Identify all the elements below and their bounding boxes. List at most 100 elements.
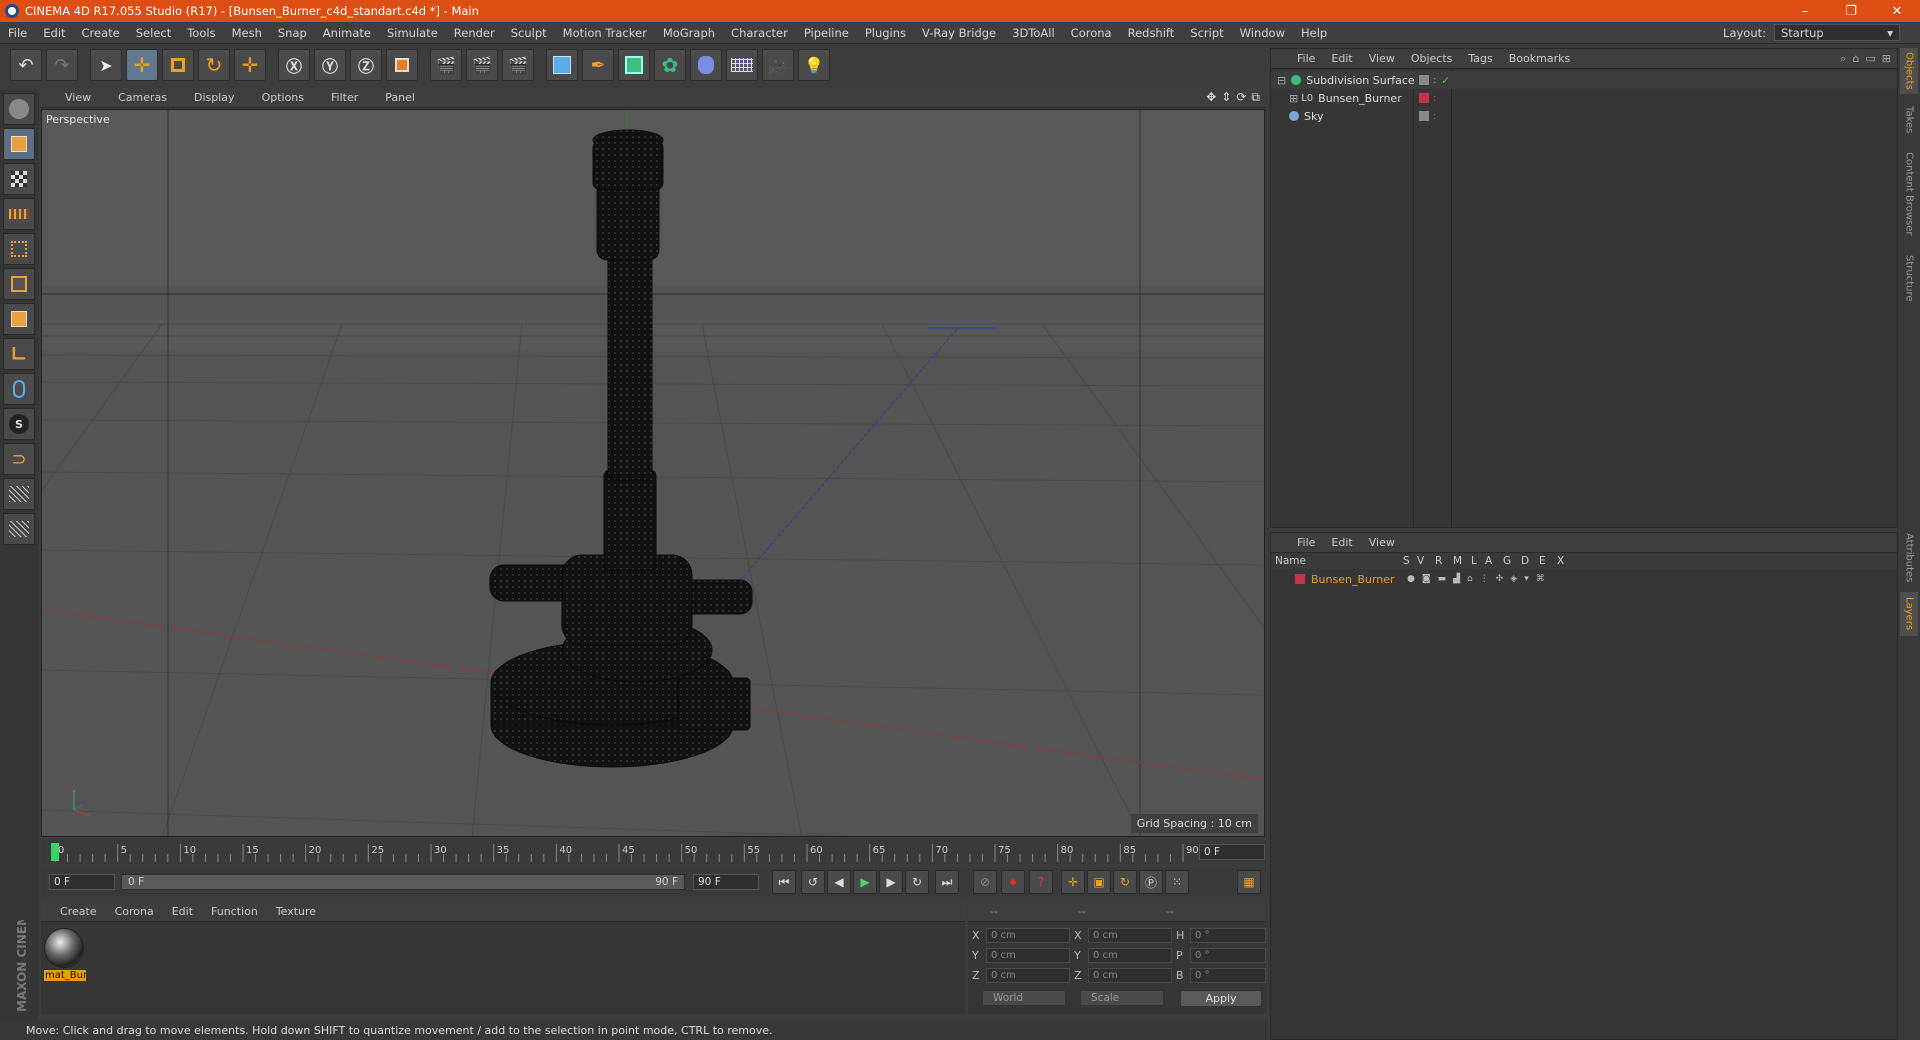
animation-icon[interactable]: ⋮ [1480, 574, 1489, 584]
position-y-field[interactable]: 0 cm [986, 948, 1070, 963]
eye-icon[interactable]: ◙ [1422, 574, 1431, 584]
objects-menu-file[interactable]: File [1289, 52, 1323, 65]
enabled-check-icon[interactable]: ✓ [1441, 74, 1450, 87]
keyframe-selection-button[interactable]: ? [1029, 870, 1053, 894]
snapping-button[interactable]: S [3, 408, 35, 440]
rotation-key-button[interactable]: ↻ [1113, 870, 1137, 894]
viewport-menu-filter[interactable]: Filter [316, 91, 370, 104]
axis-mode-button[interactable]: ∟ [3, 338, 35, 370]
next-key-button[interactable]: ↻ [905, 870, 929, 894]
menu-character[interactable]: Character [723, 26, 796, 40]
subdivision-surface-button[interactable] [618, 49, 650, 81]
autokey-button[interactable]: ⏺ [1001, 870, 1025, 894]
make-editable-button[interactable] [3, 93, 35, 125]
points-mode-button[interactable] [3, 233, 35, 265]
undo-button[interactable]: ↶ [10, 49, 42, 81]
cube-object-button[interactable] [546, 49, 578, 81]
expression-icon[interactable]: ▾ [1524, 574, 1529, 584]
render-view-button[interactable]: 🎬 [430, 49, 462, 81]
material-menu-corona[interactable]: Corona [106, 905, 163, 918]
viewport-menu-options[interactable]: Options [247, 91, 316, 104]
position-key-button[interactable]: ✛ [1061, 870, 1085, 894]
texture-mode-button[interactable] [3, 163, 35, 195]
layer-tag-icon[interactable] [1419, 111, 1429, 121]
side-tab-structure[interactable]: Structure [1900, 248, 1918, 308]
objects-menu-bookmarks[interactable]: Bookmarks [1501, 52, 1578, 65]
magnet-button[interactable]: ⊃ [3, 443, 35, 475]
material-menu-function[interactable]: Function [202, 905, 267, 918]
search-icon[interactable]: ⌕ [1840, 52, 1846, 66]
menu-render[interactable]: Render [446, 26, 503, 40]
menu-edit[interactable]: Edit [35, 26, 73, 40]
render-icon[interactable]: ▬ [1438, 574, 1447, 584]
menu-create[interactable]: Create [74, 26, 128, 40]
x-axis-lock-button[interactable]: Ⓧ [278, 49, 310, 81]
edges-mode-button[interactable] [3, 268, 35, 300]
camera-button[interactable]: 🎥 [762, 49, 794, 81]
menu-tools[interactable]: Tools [179, 26, 223, 40]
menu-file[interactable]: File [0, 26, 35, 40]
expand-icon[interactable]: ⊞ [1289, 92, 1298, 105]
workplane-mode-button[interactable] [3, 198, 35, 230]
collapse-icon[interactable]: ⊟ [1277, 74, 1286, 87]
rotation-b-field[interactable]: 0 ° [1190, 968, 1266, 983]
menu-vray-bridge[interactable]: V-Ray Bridge [914, 26, 1004, 40]
parameter-key-button[interactable]: Ⓟ [1139, 870, 1163, 894]
manager-icon[interactable]: ▟ [1453, 574, 1460, 584]
layer-color-swatch[interactable] [1295, 574, 1305, 584]
menu-sculpt[interactable]: Sculpt [503, 26, 555, 40]
material-menu-texture[interactable]: Texture [267, 905, 325, 918]
grid-lock-button[interactable] [3, 478, 35, 510]
cloner-button[interactable]: ✿ [654, 49, 686, 81]
deformer-toggle-icon[interactable]: ◈ [1510, 574, 1517, 584]
layer-row[interactable]: Bunsen_Burner ● ◙ ▬ ▟ ⌂ ⋮ ✣ ◈ ▾ ⌘ [1271, 570, 1897, 588]
menu-mograph[interactable]: MoGraph [655, 26, 723, 40]
play-button[interactable]: ▶ [853, 870, 877, 894]
prev-key-button[interactable]: ↺ [801, 870, 825, 894]
deformer-button[interactable] [690, 49, 722, 81]
rotate-tool-button[interactable]: ↻ [198, 49, 230, 81]
zoom-icon[interactable]: ⇕ [1221, 90, 1231, 105]
home-icon[interactable]: ⌂ [1852, 52, 1859, 66]
side-tab-takes[interactable]: Takes [1900, 100, 1918, 140]
object-row-bunsen-burner[interactable]: ⊞ L0 Bunsen_Burner : [1271, 89, 1897, 107]
orbit-icon[interactable]: ⟳ [1236, 90, 1246, 105]
layers-menu-edit[interactable]: Edit [1323, 536, 1360, 549]
object-row-sky[interactable]: Sky : [1271, 107, 1897, 125]
size-y-field[interactable]: 0 cm [1088, 948, 1172, 963]
model-mode-button[interactable] [3, 128, 35, 160]
menu-script[interactable]: Script [1182, 26, 1231, 40]
move-tool-button[interactable]: ✛ [126, 49, 158, 81]
timeline-button[interactable]: ▦ [1237, 870, 1261, 894]
menu-pipeline[interactable]: Pipeline [796, 26, 857, 40]
xref-icon[interactable]: ⌘ [1536, 574, 1545, 584]
point-level-button[interactable]: ⁙ [1165, 870, 1189, 894]
side-tab-content-browser[interactable]: Content Browser [1900, 144, 1918, 244]
objects-menu-objects[interactable]: Objects [1403, 52, 1461, 65]
next-frame-button[interactable]: ▶ [879, 870, 903, 894]
start-frame-field[interactable]: 0 F [49, 874, 115, 890]
side-tab-objects[interactable]: Objects [1900, 48, 1918, 94]
pan-icon[interactable]: ✥ [1206, 90, 1216, 105]
floor-button[interactable] [726, 49, 758, 81]
objects-menu-tags[interactable]: Tags [1460, 52, 1500, 65]
generator-icon[interactable]: ✣ [1496, 574, 1504, 584]
coordinate-system-button[interactable] [386, 49, 418, 81]
light-button[interactable]: 💡 [798, 49, 830, 81]
menu-window[interactable]: Window [1232, 26, 1293, 40]
goto-start-button[interactable]: ⏮ [772, 870, 796, 894]
render-picture-viewer-button[interactable]: 🎬 [466, 49, 498, 81]
viewport-menu-view[interactable]: View [50, 91, 103, 104]
current-frame-field[interactable]: 0 F [1199, 844, 1265, 860]
viewport-menu-panel[interactable]: Panel [370, 91, 427, 104]
viewport-menu-cameras[interactable]: Cameras [103, 91, 179, 104]
menu-mesh[interactable]: Mesh [224, 26, 270, 40]
menu-select[interactable]: Select [128, 26, 179, 40]
record-keys-button[interactable]: ⊘ [973, 870, 997, 894]
rotation-p-field[interactable]: 0 ° [1190, 948, 1266, 963]
goto-end-button[interactable]: ⏭ [935, 870, 959, 894]
objects-menu-edit[interactable]: Edit [1323, 52, 1360, 65]
render-settings-button[interactable]: 🎬 [502, 49, 534, 81]
playhead-marker[interactable] [51, 843, 59, 861]
menu-snap[interactable]: Snap [270, 26, 315, 40]
